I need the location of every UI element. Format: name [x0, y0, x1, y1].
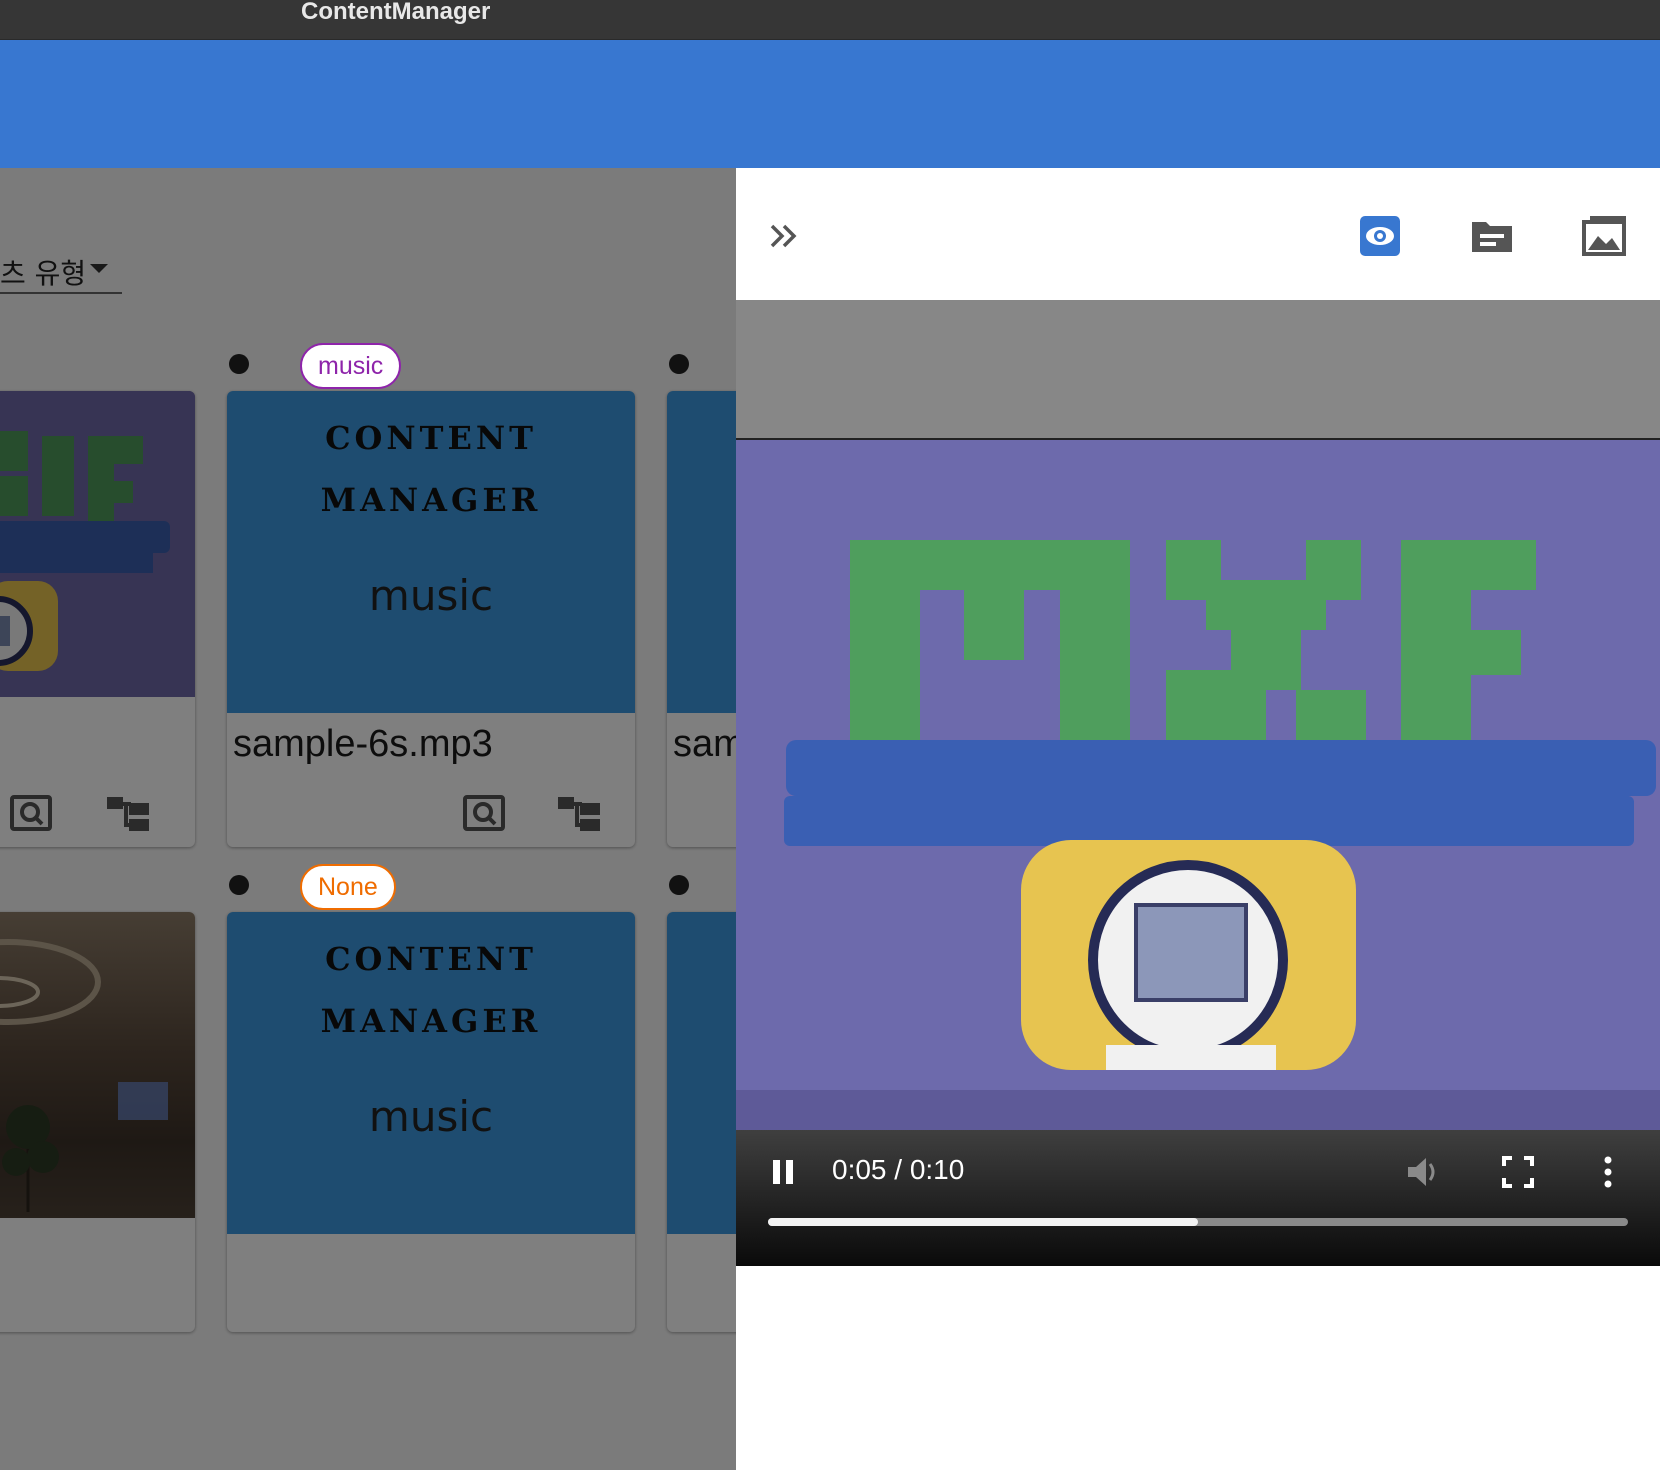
select-dot[interactable]: [669, 875, 689, 895]
select-dot[interactable]: [229, 354, 249, 374]
pause-icon[interactable]: [768, 1156, 798, 1186]
video-time-display: 0:05 / 0:10: [832, 1154, 965, 1185]
panel-toolbar: [736, 168, 1660, 300]
window-titlebar: ContentManager: [0, 0, 1660, 40]
file-details-icon[interactable]: [1468, 212, 1516, 260]
select-dot[interactable]: [229, 875, 249, 895]
eye-icon[interactable]: [1356, 212, 1404, 260]
more-options-icon[interactable]: [1598, 1152, 1618, 1192]
tag-chip-music[interactable]: music: [300, 343, 402, 389]
double-chevron-right-icon[interactable]: [760, 212, 808, 260]
tag-chip-none[interactable]: None: [300, 864, 396, 910]
video-frame: [736, 440, 1660, 1130]
select-dot[interactable]: [669, 354, 689, 374]
preview-header-band: [736, 300, 1660, 438]
window-title: ContentManager: [301, 0, 491, 25]
app-bar: [0, 40, 1660, 168]
video-progress-fill: [768, 1218, 1198, 1226]
volume-icon[interactable]: [1402, 1152, 1442, 1192]
video-progress-bar[interactable]: [768, 1218, 1628, 1226]
video-controls-bar: 0:05 / 0:10: [736, 1130, 1660, 1266]
image-gallery-icon[interactable]: [1580, 212, 1628, 260]
content-grid-area: 츠 유형 music: [0, 168, 736, 1470]
preview-side-panel: 0:05 / 0:10: [736, 168, 1660, 1470]
fullscreen-icon[interactable]: [1500, 1154, 1536, 1190]
video-player[interactable]: 0:05 / 0:10: [736, 438, 1660, 1266]
